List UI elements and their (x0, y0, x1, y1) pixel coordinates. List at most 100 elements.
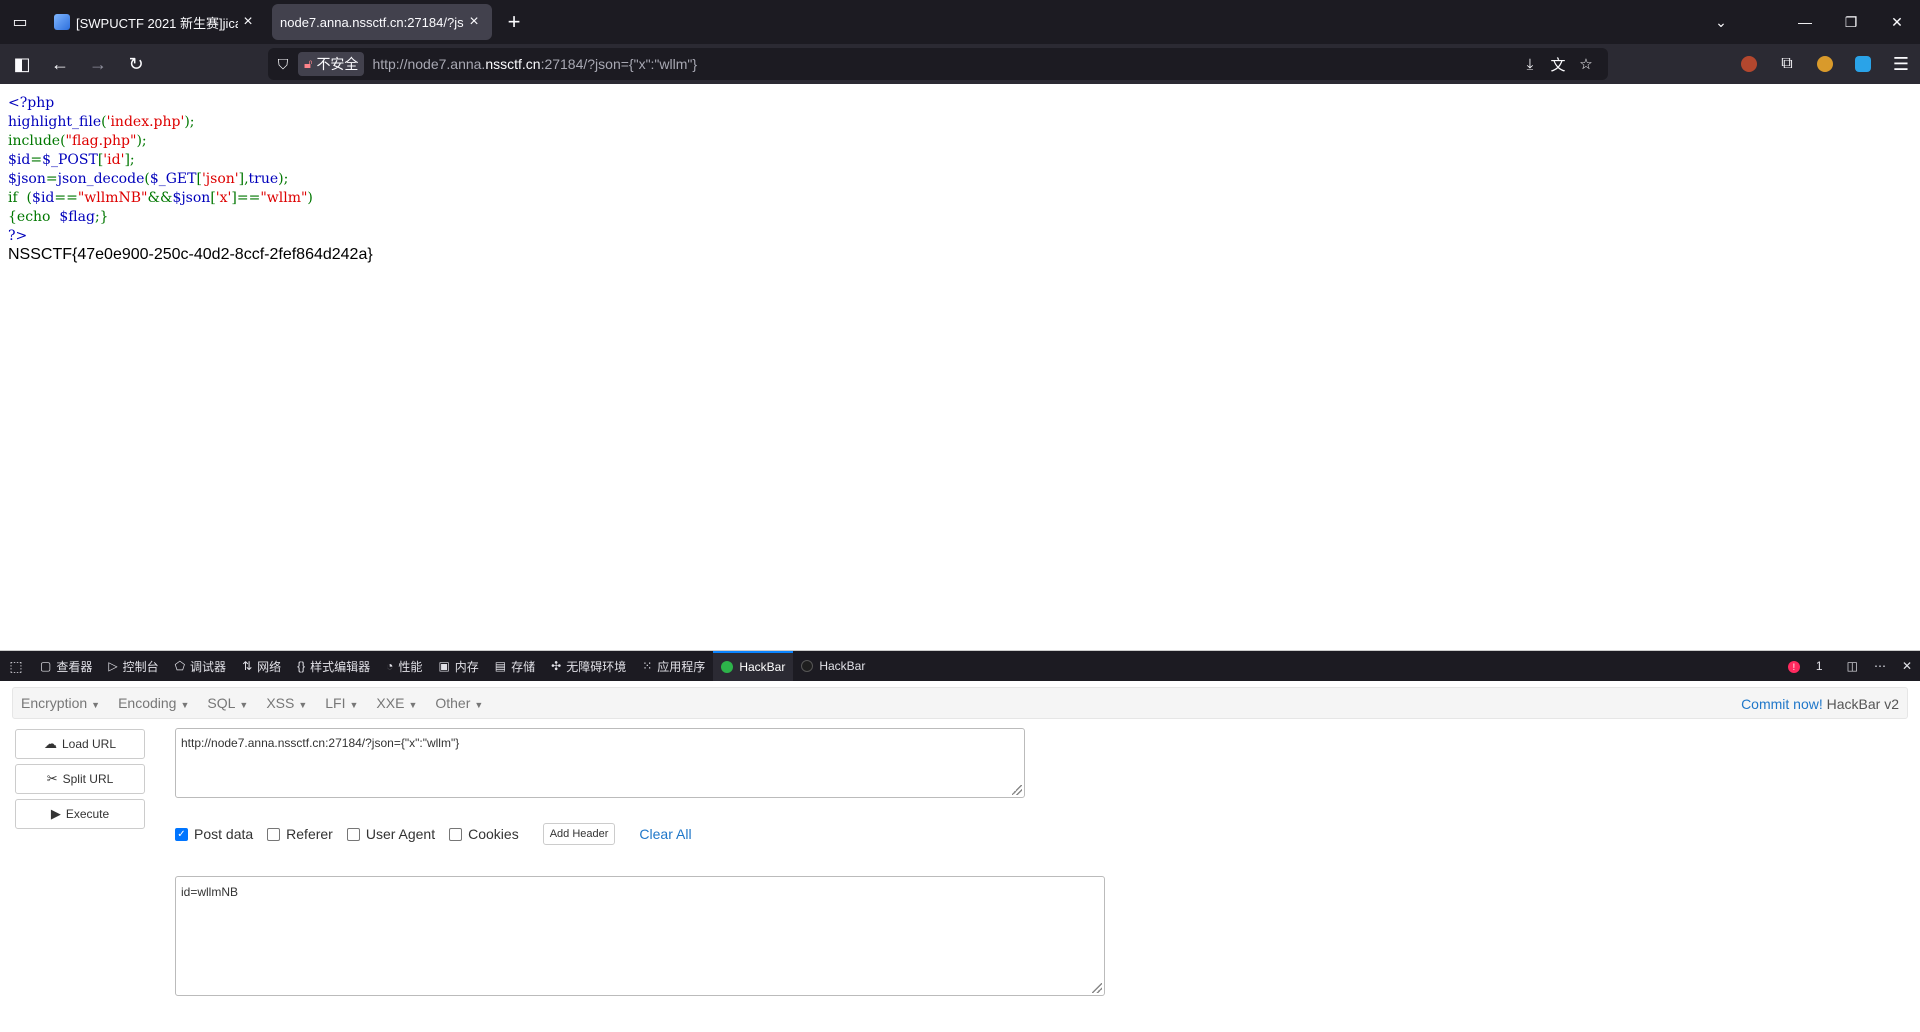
more-options-icon[interactable]: ⋯ (1874, 659, 1886, 673)
url-bar[interactable]: ⛉ 🔓︎ 不安全 http://node7.anna.nssctf.cn:271… (268, 48, 1608, 80)
tab-title: [SWPUCTF 2021 新生赛]jicao (76, 15, 238, 31)
devtools-tab-performance[interactable]: ◔ 性能 (378, 651, 430, 681)
flag-output: NSSCTF{47e0e900-250c-40d2-8ccf-2fef864d2… (8, 246, 373, 263)
code-token: 'x' (215, 190, 232, 206)
restore-icon[interactable]: ❐ (1828, 14, 1874, 31)
hackbar-options: ✓ Post data Referer User Agent Cookies Ad… (175, 823, 692, 845)
post-data-input[interactable]: id=wllmNB (175, 876, 1105, 996)
devtools-tab-debugger[interactable]: ⬠ 调试器 (167, 651, 234, 681)
reload-icon[interactable]: ↻ (120, 48, 152, 80)
devtools-tab-style-editor[interactable]: {} 样式编辑器 (289, 651, 378, 681)
split-url-button[interactable]: ✂ Split URL (15, 764, 145, 794)
network-icon: ⇅ (242, 659, 253, 673)
caret-down-icon: ▼ (408, 700, 418, 710)
element-picker-icon[interactable]: ⬚ (0, 658, 32, 675)
insecure-badge[interactable]: 🔓︎ 不安全 (298, 52, 365, 76)
post-data-checkbox[interactable]: ✓ (175, 827, 188, 841)
hackbar-url-input[interactable]: http://node7.anna.nssctf.cn:27184/?json=… (175, 728, 1025, 798)
code-token: ;} (94, 209, 109, 225)
menu-encryption[interactable]: Encryption ▼ (13, 695, 110, 711)
menu-lfi[interactable]: LFI ▼ (317, 695, 368, 711)
caret-down-icon: ▼ (349, 700, 359, 710)
devtools-panel: ⬚ ▢ 查看器 ▷ 控制台 ⬠ 调试器 ⇅ 网络 {} 样式编辑器 ◔ 性能 ▣ 内存 ▤ 存储… (0, 650, 1920, 1032)
extensions-puzzle-icon[interactable]: ⧉ (1768, 44, 1806, 84)
post-data-option[interactable]: ✓ Post data (175, 826, 253, 842)
caret-down-icon: ▼ (298, 700, 308, 710)
error-count-badge[interactable]: ! 1 (1780, 659, 1831, 673)
bookmark-star-icon[interactable]: ☆ (1572, 55, 1600, 73)
devtools-tab-memory[interactable]: ▣ 内存 (430, 651, 486, 681)
menu-xss[interactable]: XSS ▼ (258, 695, 317, 711)
close-tab-icon[interactable]: × (238, 13, 258, 31)
devtools-toolbar: ⬚ ▢ 查看器 ▷ 控制台 ⬠ 调试器 ⇅ 网络 {} 样式编辑器 ◔ 性能 ▣ 内存 ▤ 存储… (0, 651, 1920, 681)
close-tab-icon[interactable]: × (464, 13, 484, 31)
code-token: "wllm" (260, 190, 308, 206)
load-url-button[interactable]: ☁ Load URL (15, 729, 145, 759)
code-token: $json (172, 190, 211, 206)
code-token: ]== (231, 190, 261, 206)
translate-icon[interactable]: 文 (1544, 54, 1572, 75)
chevron-down-icon[interactable]: ⌄ (1698, 14, 1744, 31)
menu-xxe[interactable]: XXE ▼ (368, 695, 427, 711)
menu-sql[interactable]: SQL ▼ (199, 695, 258, 711)
user-agent-checkbox[interactable] (346, 827, 360, 841)
plus-icon[interactable]: + (496, 4, 532, 40)
devtools-tab-application[interactable]: ⁙ 应用程序 (634, 651, 713, 681)
resize-grip-icon[interactable] (1092, 983, 1102, 993)
referer-checkbox[interactable] (267, 827, 281, 841)
forward-arrow-icon[interactable]: → (82, 48, 114, 80)
tab-jicao[interactable]: [SWPUCTF 2021 新生赛]jicao × (46, 4, 266, 40)
devtools-tab-network[interactable]: ⇅ 网络 (234, 651, 289, 681)
close-devtools-icon[interactable]: ✕ (1902, 659, 1912, 673)
error-icon: ! (1787, 661, 1800, 673)
navigation-toolbar: ◧ ← → ↻ ⛉ 🔓︎ 不安全 http://node7.anna.nssct… (0, 44, 1920, 84)
tab-title: node7.anna.nssctf.cn:27184/?json= (280, 14, 464, 30)
devtools-tab-accessibility[interactable]: ✣ 无障碍环境 (543, 651, 634, 681)
commit-now-link[interactable]: Commit now! (1741, 696, 1823, 712)
back-arrow-icon[interactable]: ← (44, 48, 76, 80)
save-page-icon[interactable]: ⤓ (1516, 56, 1544, 73)
shield-icon[interactable]: ⛉ (268, 56, 298, 73)
execute-button[interactable]: ▶ Execute (15, 799, 145, 829)
code-token: ]; (124, 152, 135, 168)
devtools-tab-hackbar-v2[interactable]: HackBar (793, 651, 873, 681)
code-line: include("flag.php"); (8, 132, 313, 151)
url-text[interactable]: http://node7.anna.nssctf.cn:27184/?json=… (372, 56, 697, 72)
code-token: "wllmNB" (77, 190, 148, 206)
tab-overview-icon[interactable]: ▭ (0, 0, 40, 44)
referer-option[interactable]: Referer (267, 826, 333, 842)
devtools-tab-inspector[interactable]: ▢ 查看器 (32, 651, 100, 681)
commit-info: Commit now! HackBar v2 (1741, 696, 1899, 712)
code-line: ?> (8, 227, 313, 246)
menu-encoding[interactable]: Encoding ▼ (110, 695, 199, 711)
close-window-icon[interactable]: ✕ (1874, 14, 1920, 31)
minimize-icon[interactable]: — (1782, 14, 1828, 30)
memory-icon: ▣ (438, 659, 450, 673)
caret-down-icon: ▼ (91, 700, 101, 710)
dock-side-icon[interactable]: ◫ (1847, 659, 1858, 673)
cookies-option[interactable]: Cookies (449, 826, 519, 842)
code-line: $json=json_decode($_GET['json'],true); (8, 170, 313, 189)
cookies-checkbox[interactable] (449, 827, 463, 841)
code-token: $flag (59, 209, 95, 225)
tab-node7[interactable]: node7.anna.nssctf.cn:27184/?json= × (272, 4, 492, 40)
code-token: ?> (8, 228, 28, 244)
resize-grip-icon[interactable] (1012, 785, 1022, 795)
devtools-tab-console[interactable]: ▷ 控制台 (100, 651, 166, 681)
accessibility-icon: ✣ (551, 659, 562, 673)
user-agent-option[interactable]: User Agent (346, 826, 435, 842)
add-header-button[interactable]: Add Header (542, 823, 616, 845)
hamburger-menu-icon[interactable]: ☰ (1882, 44, 1920, 84)
code-token: 'id' (103, 152, 125, 168)
devtools-tab-hackbar[interactable]: HackBar (713, 651, 794, 681)
code-token: "flag.php" (65, 133, 137, 149)
menu-other[interactable]: Other ▼ (427, 695, 493, 711)
extension-red-icon[interactable] (1730, 44, 1768, 84)
devtools-tab-storage[interactable]: ▤ 存储 (487, 651, 543, 681)
sidebar-toggle-icon[interactable]: ◧ (6, 48, 38, 80)
application-icon: ⁙ (642, 659, 653, 673)
clear-all-link[interactable]: Clear All (639, 826, 691, 842)
extension-cookie-icon[interactable] (1806, 44, 1844, 84)
extension-blue-icon[interactable] (1844, 44, 1882, 84)
code-token: $id (8, 152, 31, 168)
